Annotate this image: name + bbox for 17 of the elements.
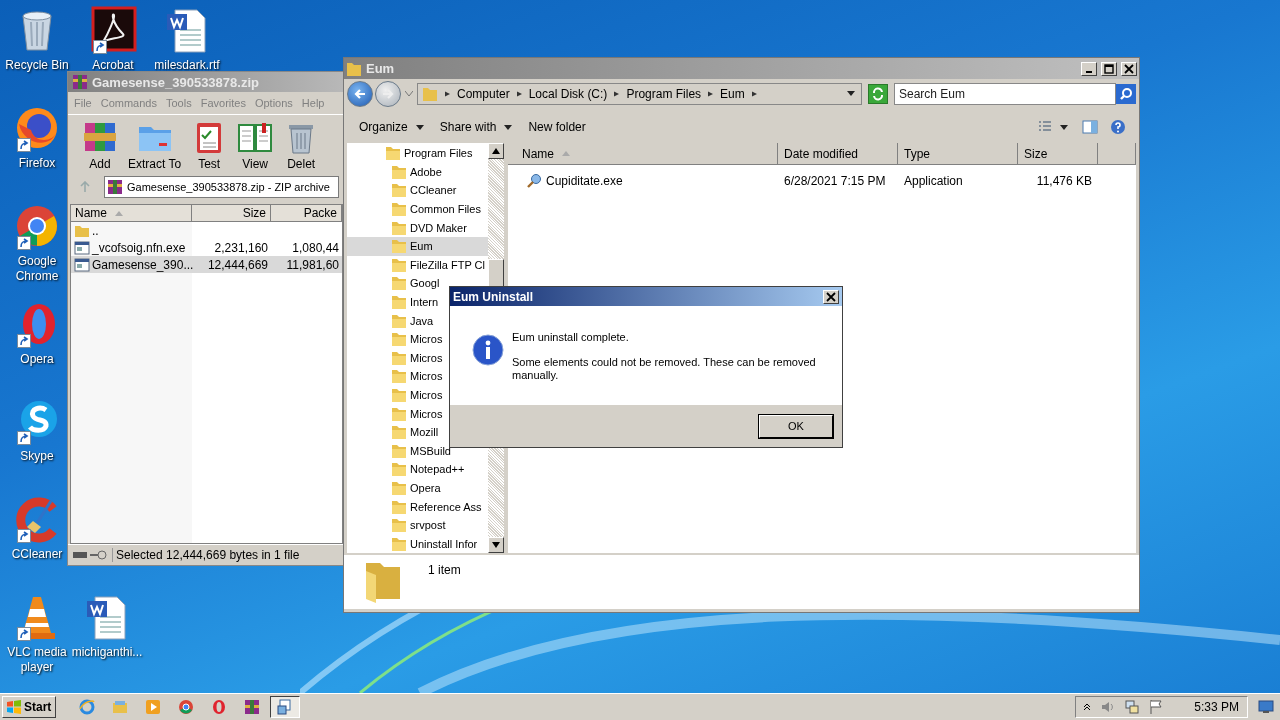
- table-cell: 12,444,669: [207, 257, 268, 272]
- table-cell: 2,231,160: [214, 240, 268, 255]
- table-cell: 11,981,60: [286, 257, 339, 272]
- window-title: Gamesense_390533878.zip: [92, 74, 259, 90]
- item-count: 1 item: [428, 563, 461, 577]
- dialog-title: Eum Uninstall: [453, 289, 534, 304]
- table-cell: 1,080,44: [292, 240, 339, 255]
- table-cell: Gamesense_390...: [92, 257, 194, 272]
- table-cell: _vcofsoig.nfn.exe: [92, 240, 186, 255]
- table-cell: Application: [904, 174, 963, 188]
- table-cell: 6/28/2021 7:15 PM: [784, 174, 886, 188]
- table-cell: 11,476 KB: [1036, 174, 1092, 188]
- window-title: Eum: [366, 61, 395, 76]
- table-cell: ..: [92, 223, 99, 238]
- dialog-message: Eum uninstall complete.: [512, 330, 630, 344]
- dialog-message: Some elements could not be removed. These can be removed manually.: [512, 356, 817, 382]
- status-text: Selected 12,444,669 bytes in 1 file: [112, 548, 300, 562]
